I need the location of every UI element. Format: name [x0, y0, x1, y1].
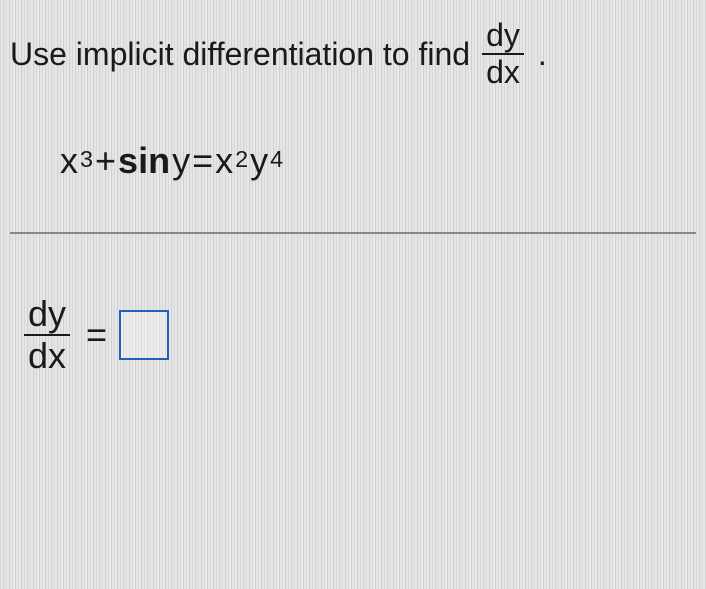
answer-fraction: dy dx — [24, 294, 70, 375]
equation: x3 + sin y = x2y4 — [60, 140, 696, 182]
rhs-y-base: y — [250, 140, 268, 182]
dy-dx-fraction: dy dx — [482, 18, 524, 90]
rhs-y-exp: 4 — [270, 146, 283, 173]
plus-sign: + — [95, 140, 116, 182]
problem-statement: Use implicit differentiation to find dy … — [10, 18, 696, 90]
term-x-exp: 3 — [80, 146, 93, 173]
sin-argument: y — [172, 140, 190, 182]
answer-equals: = — [86, 314, 107, 356]
answer-input[interactable] — [119, 310, 169, 360]
term-x-base: x — [60, 140, 78, 182]
fraction-numerator: dy — [482, 18, 524, 55]
fraction-denominator: dx — [482, 55, 524, 90]
answer-fraction-numerator: dy — [24, 294, 70, 336]
answer-row: dy dx = — [20, 294, 696, 375]
rhs-x-base: x — [215, 140, 233, 182]
period: . — [538, 30, 547, 78]
sin-function: sin — [118, 140, 170, 182]
instruction-text: Use implicit differentiation to find — [10, 30, 470, 78]
equals-sign: = — [192, 140, 213, 182]
rhs-x-exp: 2 — [235, 146, 248, 173]
section-divider — [10, 232, 696, 234]
answer-fraction-denominator: dx — [24, 336, 70, 376]
